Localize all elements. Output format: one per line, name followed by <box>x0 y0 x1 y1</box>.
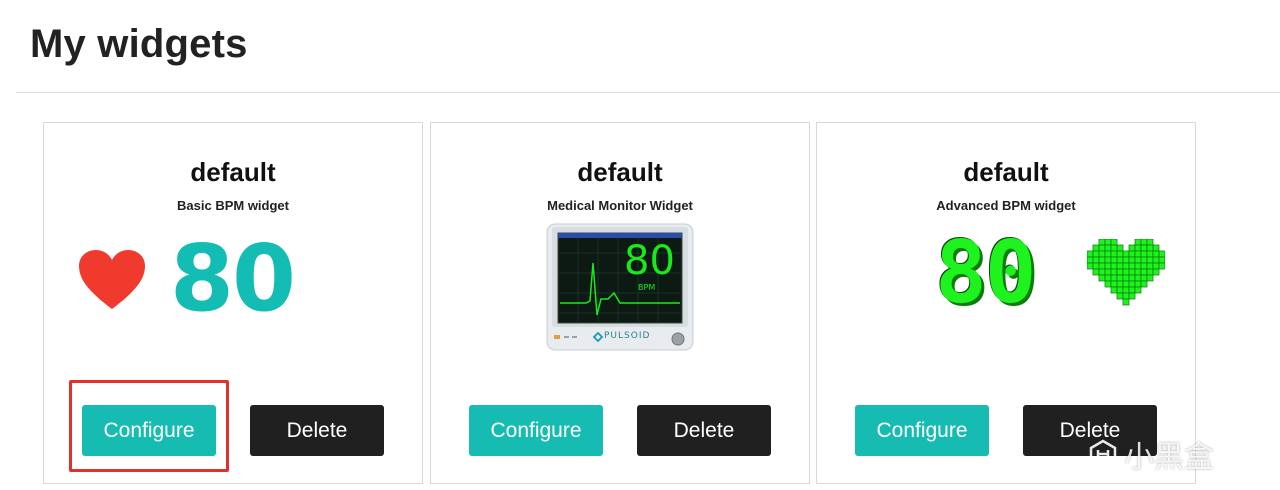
monitor-bpm-value: 80 <box>624 238 675 284</box>
watermark-logo-icon <box>1089 439 1117 469</box>
delete-button[interactable]: Delete <box>637 405 771 456</box>
medical-monitor-preview: 80 BPM PULSOID <box>546 223 694 351</box>
heart-icon <box>79 250 145 309</box>
bpm-value: 80 <box>170 225 296 332</box>
configure-button[interactable]: Configure <box>82 405 216 456</box>
pixel-heart-icon <box>1087 239 1165 306</box>
title-divider <box>16 92 1280 93</box>
widget-type: Advanced BPM widget <box>936 198 1076 213</box>
bpm-value: 80 <box>935 223 1037 323</box>
page-title: My widgets <box>30 22 248 66</box>
watermark: 小黑盒 <box>1088 432 1214 476</box>
widget-name: default <box>577 157 663 187</box>
widget-card-monitor: default Medical Monitor Widget 80 BPM PU… <box>430 122 810 484</box>
delete-button[interactable]: Delete <box>250 405 384 456</box>
monitor-brand: PULSOID <box>604 331 651 341</box>
widget-card-advanced: default Advanced BPM widget 80 Configure… <box>816 122 1196 484</box>
basic-bpm-preview: 80 <box>78 225 298 332</box>
widget-name: default <box>963 157 1049 187</box>
widget-card-basic: default Basic BPM widget 80 Configure De… <box>43 122 423 484</box>
widget-type: Medical Monitor Widget <box>547 198 693 213</box>
widget-name: default <box>190 157 276 187</box>
configure-button[interactable]: Configure <box>469 405 603 456</box>
monitor-bpm-unit: BPM <box>638 283 656 292</box>
advanced-bpm-preview: 80 <box>935 223 1175 323</box>
watermark-text: 小黑盒 <box>1124 440 1214 475</box>
widget-type: Basic BPM widget <box>177 198 289 213</box>
configure-button[interactable]: Configure <box>855 405 989 456</box>
